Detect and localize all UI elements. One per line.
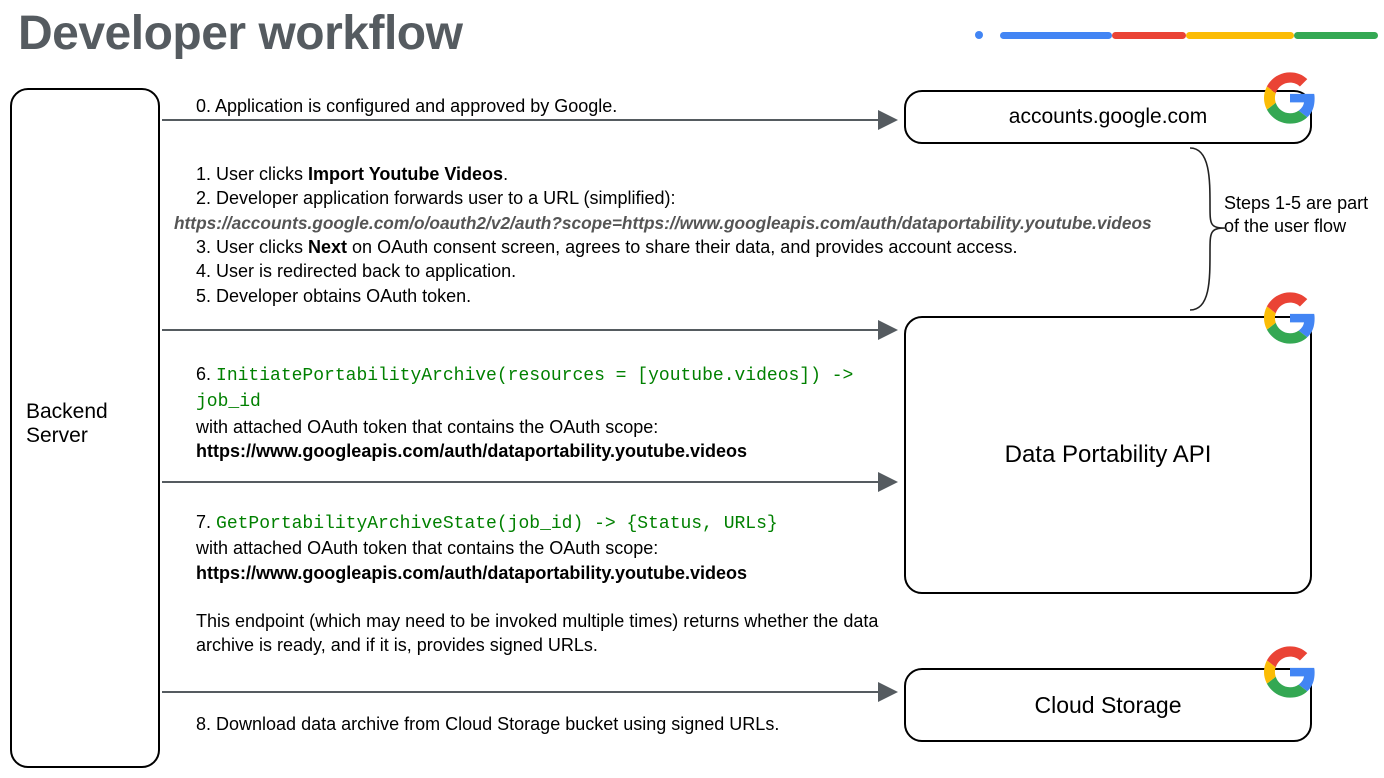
step-1-bold: Import Youtube Videos (308, 164, 503, 184)
step-7-desc: This endpoint (which may need to be invo… (196, 611, 878, 655)
step-2-line1: 2. Developer application forwards user t… (196, 188, 676, 208)
step-1-pre: 1. User clicks (196, 164, 308, 184)
decorative-segment-red (1112, 32, 1186, 39)
google-logo-icon (1262, 290, 1318, 351)
accounts-google-box: accounts.google.com (904, 90, 1312, 144)
step-6-block: 6. InitiatePortabilityArchive(resources … (196, 362, 896, 463)
step-7-line2: with attached OAuth token that contains … (196, 538, 658, 558)
step-3-post: on OAuth consent screen, agrees to share… (347, 237, 1017, 257)
step-1-5-block: 1. User clicks Import Youtube Videos. 2.… (196, 162, 1196, 308)
cloud-storage-label: Cloud Storage (1034, 692, 1181, 719)
aside-note: Steps 1-5 are part of the user flow (1224, 192, 1374, 239)
step-6-line2: with attached OAuth token that contains … (196, 417, 658, 437)
step-7-scope: https://www.googleapis.com/auth/dataport… (196, 563, 747, 583)
step-3-bold: Next (308, 237, 347, 257)
data-portability-api-box: Data Portability API (904, 316, 1312, 594)
backend-server-label: Backend Server (26, 400, 146, 448)
step-7-block: 7. GetPortabilityArchiveState(job_id) ->… (196, 510, 906, 658)
step-6-num: 6. (196, 364, 216, 384)
step-3-pre: 3. User clicks (196, 237, 308, 257)
step-5: 5. Developer obtains OAuth token. (196, 286, 471, 306)
decorative-dot-icon (975, 31, 983, 39)
google-logo-icon (1262, 644, 1318, 705)
cloud-storage-box: Cloud Storage (904, 668, 1312, 742)
step-0-text: 0. Application is configured and approve… (196, 94, 617, 118)
step-4: 4. User is redirected back to applicatio… (196, 261, 516, 281)
step-6-code: InitiatePortabilityArchive(resources = [… (196, 366, 853, 412)
decorative-segment-green (1294, 32, 1378, 39)
step-2-url: https://accounts.google.com/o/oauth2/v2/… (174, 213, 1152, 233)
page-title: Developer workflow (18, 6, 462, 61)
decorative-segment-yellow (1186, 32, 1294, 39)
backend-server-box: Backend Server (10, 88, 160, 768)
accounts-google-label: accounts.google.com (1009, 105, 1207, 129)
data-portability-api-label: Data Portability API (1005, 441, 1212, 469)
decorative-segment-blue (1000, 32, 1112, 39)
google-logo-icon (1262, 70, 1318, 131)
step-6-scope: https://www.googleapis.com/auth/dataport… (196, 441, 747, 461)
step-8-text: 8. Download data archive from Cloud Stor… (196, 712, 779, 736)
step-7-code: GetPortabilityArchiveState(job_id) -> {S… (216, 514, 778, 534)
step-1-post: . (503, 164, 508, 184)
step-7-num: 7. (196, 512, 216, 532)
